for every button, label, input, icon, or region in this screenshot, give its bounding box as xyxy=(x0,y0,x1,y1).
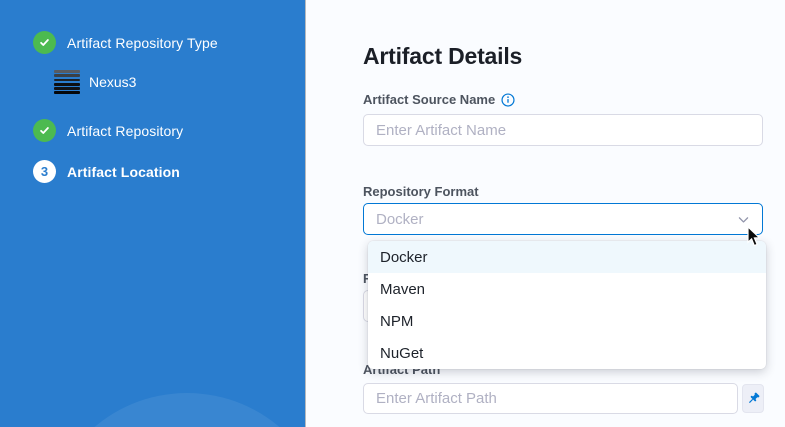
wizard-sidebar: Artifact Repository Type Nexus3 Artifact… xyxy=(0,0,306,427)
pin-icon xyxy=(746,391,761,406)
page-title: Artifact Details xyxy=(363,43,522,70)
dropdown-option-nuget[interactable]: NuGet xyxy=(368,337,766,369)
step-label: Artifact Location xyxy=(67,164,180,180)
select-value: Docker xyxy=(376,211,424,228)
repository-format-dropdown-menu: Docker Maven NPM NuGet xyxy=(368,241,766,369)
check-icon xyxy=(33,31,56,54)
substep-label: Nexus3 xyxy=(89,74,136,90)
step-label: Artifact Repository xyxy=(67,123,183,139)
repository-format-label: Repository Format xyxy=(363,184,479,199)
pin-button[interactable] xyxy=(742,384,764,413)
artifact-source-name-label: Artifact Source Name xyxy=(363,92,515,107)
step-number-icon: 3 xyxy=(33,160,56,183)
dropdown-option-docker[interactable]: Docker xyxy=(368,241,766,273)
check-icon xyxy=(33,119,56,142)
info-icon[interactable] xyxy=(501,93,515,107)
chevron-down-icon xyxy=(737,213,750,226)
decorative-circle xyxy=(44,393,330,427)
dropdown-option-maven[interactable]: Maven xyxy=(368,273,766,305)
dropdown-option-npm[interactable]: NPM xyxy=(368,305,766,337)
label-text: Artifact Source Name xyxy=(363,92,495,107)
sidebar-step-artifact-repository-type[interactable]: Artifact Repository Type xyxy=(33,31,218,54)
artifact-source-name-input[interactable] xyxy=(363,114,763,146)
repository-format-select[interactable]: Docker xyxy=(363,203,763,235)
sidebar-step-artifact-repository[interactable]: Artifact Repository xyxy=(33,119,183,142)
artifact-path-input[interactable] xyxy=(363,383,738,414)
label-text: Repository Format xyxy=(363,184,479,199)
artifact-wizard-screen: Artifact Repository Type Nexus3 Artifact… xyxy=(0,0,785,427)
step-label: Artifact Repository Type xyxy=(67,35,218,51)
nexus3-icon xyxy=(54,70,80,94)
sidebar-substep-nexus3[interactable]: Nexus3 xyxy=(54,70,136,94)
sidebar-step-artifact-location[interactable]: 3 Artifact Location xyxy=(33,160,180,183)
